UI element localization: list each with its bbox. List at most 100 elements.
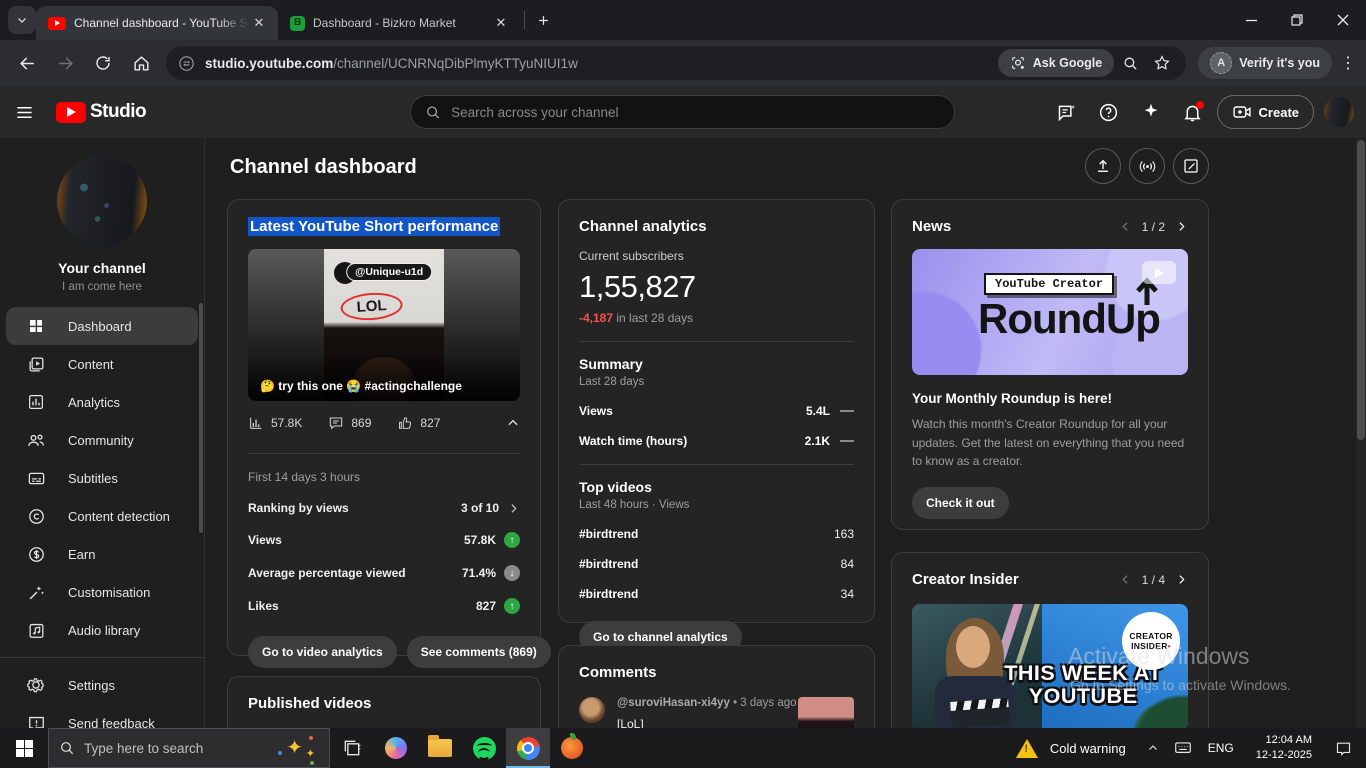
check-it-out-button[interactable]: Check it out: [912, 487, 1009, 519]
file-explorer-button[interactable]: [418, 728, 462, 768]
search-in-page-button[interactable]: [1114, 47, 1146, 79]
tab-bizkro-market[interactable]: Dashboard - Bizkro Market ✕: [278, 6, 520, 40]
create-label: Create: [1259, 105, 1299, 120]
sidebar-item-customisation[interactable]: Customisation: [0, 573, 204, 611]
ai-sparkle-button[interactable]: [1133, 94, 1169, 130]
sidebar-item-content-detection[interactable]: Content detection: [0, 497, 204, 535]
menu-hamburger-icon[interactable]: [0, 103, 48, 122]
dashboard-main: Channel dashboard Latest YouTube Short p…: [206, 138, 1356, 728]
metric-row[interactable]: Ranking by views 3 of 10: [248, 501, 520, 515]
scrollbar-thumb[interactable]: [1357, 140, 1365, 440]
chrome-app-button[interactable]: [506, 728, 550, 768]
sidebar-item-analytics[interactable]: Analytics: [0, 383, 204, 421]
action-center-button[interactable]: [1326, 740, 1360, 757]
touch-keyboard-icon: [1174, 740, 1192, 756]
studio-search-input[interactable]: [451, 105, 940, 120]
news-body: Watch this month's Creator Roundup for a…: [912, 415, 1188, 471]
top-video-row[interactable]: #birdtrend 163: [579, 527, 854, 541]
browser-tabstrip: Channel dashboard - YouTube S ✕ Dashboar…: [0, 0, 1366, 40]
top-video-views: 163: [834, 527, 854, 541]
insider-banner-image[interactable]: THIS WEEK ATYOUTUBE CREATORINSIDER: [912, 604, 1188, 728]
sidebar-scrollbar[interactable]: [199, 303, 203, 533]
sidebar-item-settings[interactable]: Settings: [0, 666, 204, 704]
reload-button[interactable]: [86, 46, 120, 80]
collapse-button[interactable]: [506, 416, 520, 430]
roundup-title: RoundUp: [978, 295, 1160, 343]
ask-google-button[interactable]: Ask Google: [998, 49, 1114, 77]
touch-keyboard-button[interactable]: [1170, 740, 1196, 756]
sidebar-item-earn[interactable]: Earn: [0, 535, 204, 573]
language-indicator[interactable]: ENG: [1200, 741, 1242, 755]
go-live-button[interactable]: [1129, 148, 1165, 184]
weather-warning-text[interactable]: Cold warning: [1050, 741, 1126, 756]
tab-close-icon[interactable]: ✕: [250, 14, 268, 32]
back-button[interactable]: [10, 46, 44, 80]
sidebar-item-label: Content detection: [68, 509, 170, 524]
upload-videos-button[interactable]: [1085, 148, 1121, 184]
chevron-right-icon[interactable]: [1175, 573, 1188, 586]
account-avatar[interactable]: [1324, 97, 1354, 127]
comment-author: @suroviHasan-xi4yy: [617, 697, 730, 709]
home-button[interactable]: [124, 46, 158, 80]
help-button[interactable]: [1091, 94, 1127, 130]
notifications-button[interactable]: [1175, 94, 1211, 130]
page-scrollbar[interactable]: [1356, 138, 1366, 728]
help-icon: [1098, 102, 1119, 123]
fl-studio-icon: [561, 737, 583, 759]
studio-search-bar[interactable]: [410, 95, 955, 129]
sidebar-item-dashboard[interactable]: Dashboard: [6, 307, 198, 345]
sidebar-item-community[interactable]: Community: [0, 421, 204, 459]
close-button[interactable]: [1320, 0, 1366, 40]
chevron-right-icon[interactable]: [1175, 220, 1188, 233]
see-comments-button[interactable]: See comments (869): [407, 636, 551, 668]
taskbar-search[interactable]: ✦✦: [48, 728, 330, 768]
clock[interactable]: 12:04 AM 12-12-2025: [1246, 733, 1322, 763]
tray-expand-button[interactable]: [1140, 742, 1166, 754]
channel-avatar[interactable]: [57, 156, 147, 246]
create-button[interactable]: Create: [1217, 95, 1314, 129]
news-banner-image[interactable]: YouTube Creator RoundUp: [912, 249, 1188, 375]
go-to-video-analytics-button[interactable]: Go to video analytics: [248, 636, 397, 668]
address-bar[interactable]: studio.youtube.com/channel/UCNRNqDibPlmy…: [166, 46, 1186, 80]
forward-button[interactable]: [48, 46, 82, 80]
top-video-row[interactable]: #birdtrend 34: [579, 587, 854, 601]
restore-button[interactable]: [1274, 0, 1320, 40]
taskbar-search-input[interactable]: [84, 741, 244, 756]
dollar-icon: [26, 544, 46, 564]
tab-title: Channel dashboard - YouTube S: [74, 16, 250, 30]
sidebar-item-content[interactable]: Content: [0, 345, 204, 383]
browser-menu-icon[interactable]: ⋮: [1338, 53, 1358, 73]
feedback-button[interactable]: [1049, 94, 1085, 130]
chevron-left-icon[interactable]: [1119, 573, 1132, 586]
edit-button[interactable]: [1173, 148, 1209, 184]
spotify-app-button[interactable]: [462, 728, 506, 768]
analytics-icon: [26, 392, 46, 412]
delta-value: -4,187: [579, 311, 613, 325]
start-button[interactable]: [0, 728, 48, 768]
tab-search-button[interactable]: [8, 6, 36, 34]
top-video-views: 84: [841, 557, 854, 571]
sidebar-item-label: Dashboard: [68, 319, 132, 334]
bookmark-button[interactable]: [1146, 47, 1178, 79]
chevron-left-icon[interactable]: [1119, 220, 1132, 233]
studio-logo[interactable]: Studio: [56, 101, 146, 123]
insider-pager: 1 / 4: [1119, 573, 1188, 587]
chrome-icon: [517, 737, 540, 760]
sidebar-item-audio-library[interactable]: Audio library: [0, 611, 204, 649]
top-video-row[interactable]: #birdtrend 84: [579, 557, 854, 571]
subscribers-count: 1,55,827: [579, 269, 854, 305]
new-tab-button[interactable]: [529, 6, 557, 34]
sidebar-item-subtitles[interactable]: Subtitles: [0, 459, 204, 497]
minimize-button[interactable]: [1228, 0, 1274, 40]
verify-profile-button[interactable]: A Verify it's you: [1198, 47, 1332, 79]
short-video-thumbnail[interactable]: @Unique-u1d LOL 🤔 try this one 😭 #acting…: [248, 249, 520, 401]
task-view-button[interactable]: [330, 728, 374, 768]
sidebar-item-label: Customisation: [68, 585, 150, 600]
fl-studio-app-button[interactable]: [550, 728, 594, 768]
tab-close-icon[interactable]: ✕: [492, 14, 510, 32]
comment-item[interactable]: @suroviHasan-xi4yy • 3 days ago [LoL]: [579, 697, 854, 728]
tab-channel-dashboard[interactable]: Channel dashboard - YouTube S ✕: [36, 6, 278, 40]
time-text: 12:04 AM: [1256, 733, 1312, 748]
subscribers-delta: -4,187 in last 28 days: [579, 311, 854, 325]
copilot-app-button[interactable]: [374, 728, 418, 768]
